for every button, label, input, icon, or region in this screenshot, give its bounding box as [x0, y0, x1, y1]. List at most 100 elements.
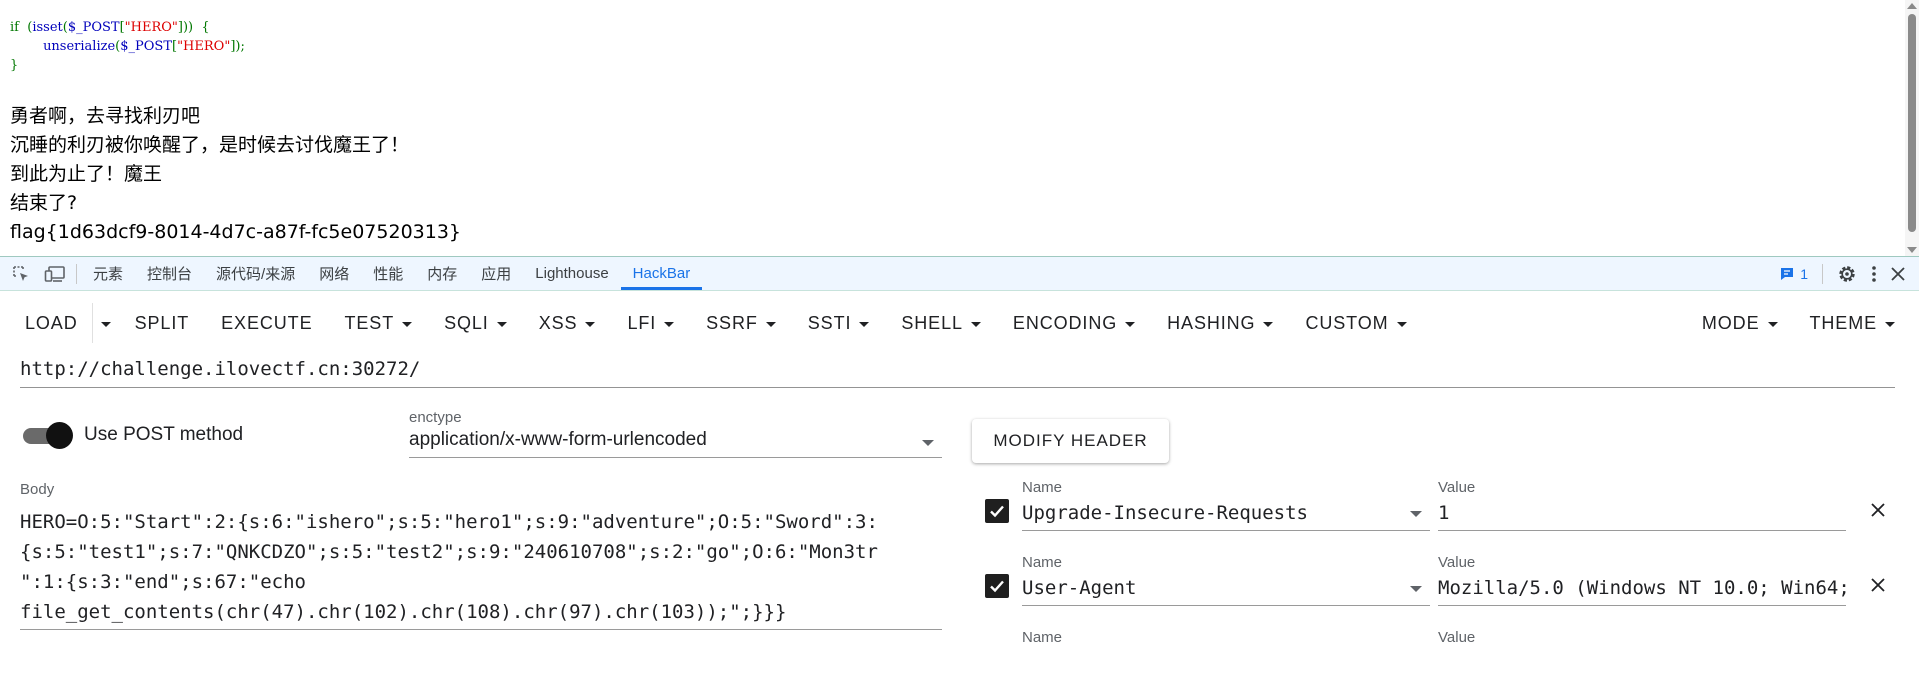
chevron-down-icon	[402, 322, 412, 327]
sqli-menu[interactable]: SQLI	[428, 303, 523, 343]
tab-performance[interactable]: 性能	[361, 257, 415, 290]
tab-lighthouse[interactable]: Lighthouse	[523, 257, 620, 290]
header-value-label: Value	[1438, 479, 1846, 496]
more-options-icon[interactable]	[1871, 265, 1877, 283]
code-line: }	[10, 56, 245, 75]
header-row: Name Value	[985, 629, 1895, 691]
chevron-down-icon	[1125, 322, 1135, 327]
enctype-select[interactable]: application/x-www-form-urlencoded	[409, 429, 942, 458]
use-post-toggle[interactable]: Use POST method	[20, 421, 243, 449]
header-name-input[interactable]: User-Agent	[1022, 575, 1430, 606]
body-label: Body	[20, 481, 942, 498]
toolbar-right-group: MODE THEME	[1686, 303, 1919, 343]
lfi-label: LFI	[627, 313, 656, 334]
chevron-down-icon	[101, 322, 111, 327]
devtools-tab-bar: 元素 控制台 源代码/来源 网络 性能 内存 应用 Lighthouse Hac…	[0, 256, 1919, 291]
remove-header-icon[interactable]	[1867, 499, 1889, 521]
chevron-down-icon	[497, 322, 507, 327]
hackbar-toolbar: LOAD SPLIT EXECUTE TEST SQLI XSS LFI SSR…	[0, 303, 1919, 343]
checkmark-icon	[988, 577, 1006, 595]
header-value-input[interactable]: 1	[1438, 500, 1846, 531]
header-enabled-checkbox[interactable]	[985, 499, 1009, 523]
inspect-element-icon[interactable]	[8, 261, 34, 287]
chevron-down-icon	[1768, 322, 1778, 327]
page-scrollbar[interactable]	[1905, 0, 1919, 256]
theme-menu[interactable]: THEME	[1794, 303, 1919, 343]
code-token	[10, 39, 43, 54]
header-name-field: Name	[1022, 629, 1430, 646]
body-field: Body HERO=O:5:"Start":2:{s:6:"ishero";s:…	[20, 481, 942, 630]
post-switch[interactable]	[20, 421, 72, 449]
issues-count: 1	[1800, 266, 1808, 282]
code-token: $_POST	[120, 39, 172, 54]
page-content: if (isset($_POST["HERO"])) { unserialize…	[0, 0, 1919, 256]
ssrf-menu[interactable]: SSRF	[690, 303, 792, 343]
hashing-menu[interactable]: HASHING	[1151, 303, 1289, 343]
code-token: isset	[32, 20, 62, 35]
header-enabled-checkbox[interactable]	[985, 574, 1009, 598]
code-line: if (isset($_POST["HERO"])) {	[10, 18, 245, 37]
chevron-down-icon	[1885, 322, 1895, 327]
php-source-code: if (isset($_POST["HERO"])) { unserialize…	[10, 18, 245, 75]
header-name-input[interactable]: Upgrade-Insecure-Requests	[1022, 500, 1430, 531]
scroll-down-arrow-icon[interactable]	[1907, 247, 1917, 253]
toolbar-divider	[76, 264, 77, 284]
device-toolbar-icon[interactable]	[42, 261, 68, 287]
load-button[interactable]: LOAD	[0, 303, 92, 343]
encoding-menu[interactable]: ENCODING	[997, 303, 1151, 343]
switch-knob	[46, 422, 73, 449]
code-line: unserialize($_POST["HERO"]);	[10, 37, 245, 56]
issues-button[interactable]: 1	[1779, 266, 1808, 282]
url-input[interactable]: http://challenge.ilovectf.cn:30272/	[20, 356, 1895, 388]
chevron-down-icon	[1397, 322, 1407, 327]
scroll-up-arrow-icon[interactable]	[1907, 3, 1917, 9]
execute-label: EXECUTE	[221, 313, 312, 334]
devtools-right-controls: 1	[1779, 264, 1919, 284]
header-value-field: Value Mozilla/5.0 (Windows NT 10.0; Win6…	[1438, 554, 1846, 606]
encoding-label: ENCODING	[1013, 313, 1117, 334]
tab-console[interactable]: 控制台	[135, 257, 204, 290]
chevron-down-icon	[766, 322, 776, 327]
close-devtools-icon[interactable]	[1891, 267, 1905, 281]
code-token: ])) {	[178, 20, 210, 35]
header-name-value: Upgrade-Insecure-Requests	[1022, 502, 1308, 524]
hashing-label: HASHING	[1167, 313, 1255, 334]
header-name-value: User-Agent	[1022, 577, 1136, 599]
tab-hackbar[interactable]: HackBar	[621, 257, 703, 290]
settings-gear-icon[interactable]	[1837, 264, 1857, 284]
lfi-menu[interactable]: LFI	[611, 303, 690, 343]
tab-sources[interactable]: 源代码/来源	[204, 257, 307, 290]
shell-menu[interactable]: SHELL	[885, 303, 997, 343]
modify-header-button[interactable]: MODIFY HEADER	[972, 419, 1169, 463]
mode-menu[interactable]: MODE	[1686, 303, 1794, 343]
code-token: ]);	[230, 39, 245, 54]
header-value-label: Value	[1438, 629, 1846, 646]
split-button[interactable]: SPLIT	[119, 303, 206, 343]
scrollbar-thumb[interactable]	[1908, 14, 1916, 232]
tab-elements[interactable]: 元素	[81, 257, 135, 290]
header-value-input[interactable]: Mozilla/5.0 (Windows NT 10.0; Win64; x64…	[1438, 575, 1846, 606]
header-name-label: Name	[1022, 554, 1430, 571]
chevron-down-icon	[664, 322, 674, 327]
body-textarea[interactable]: HERO=O:5:"Start":2:{s:6:"ishero";s:5:"he…	[20, 507, 942, 627]
checkmark-icon	[988, 502, 1006, 520]
load-menu-button[interactable]	[92, 303, 119, 343]
dropdown-arrow-icon	[922, 440, 934, 446]
ssti-menu[interactable]: SSTI	[792, 303, 886, 343]
xss-menu[interactable]: XSS	[523, 303, 612, 343]
chevron-down-icon	[971, 322, 981, 327]
tab-application[interactable]: 应用	[469, 257, 523, 290]
enctype-label: enctype	[409, 409, 942, 426]
tab-network[interactable]: 网络	[307, 257, 361, 290]
execute-button[interactable]: EXECUTE	[205, 303, 328, 343]
header-name-label: Name	[1022, 479, 1430, 496]
hackbar-panel: LOAD SPLIT EXECUTE TEST SQLI XSS LFI SSR…	[0, 291, 1919, 643]
chevron-down-icon	[859, 322, 869, 327]
header-value-label: Value	[1438, 554, 1846, 571]
page-output: 勇者啊，去寻找利刃吧 沉睡的利刃被你唤醒了，是时候去讨伐魔王了！ 到此为止了！魔…	[10, 102, 461, 247]
output-line: 结束了?	[10, 189, 461, 218]
custom-menu[interactable]: CUSTOM	[1289, 303, 1422, 343]
tab-memory[interactable]: 内存	[415, 257, 469, 290]
remove-header-icon[interactable]	[1867, 574, 1889, 596]
test-menu[interactable]: TEST	[328, 303, 428, 343]
